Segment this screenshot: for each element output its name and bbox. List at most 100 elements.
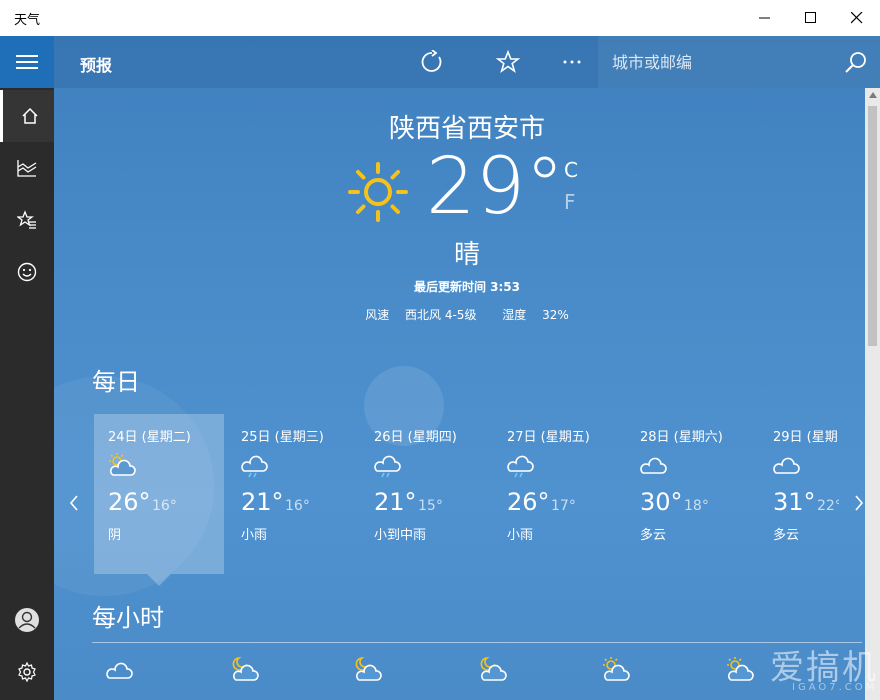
partly-cloudy-night-icon xyxy=(232,657,259,681)
sidebar xyxy=(0,36,57,700)
chevron-left-icon xyxy=(69,495,78,511)
sidebar-item-life[interactable] xyxy=(0,246,54,298)
humidity-label: 湿度 xyxy=(502,308,527,322)
day-low: 18° xyxy=(684,498,709,514)
partly-sunny-icon xyxy=(109,453,136,476)
main-content: 预报 城市或邮编 陕西省西安市 29° C F 晴 最后更新时间 3:53 风速… xyxy=(54,36,880,700)
rain-icon xyxy=(507,455,534,478)
day-card[interactable]: 26日 (星期四) 21° 15° 小到中雨 xyxy=(360,414,490,574)
wind-value: 西北风 4-5级 xyxy=(405,308,477,322)
chart-icon xyxy=(17,160,37,177)
celsius-toggle[interactable]: C xyxy=(564,158,578,182)
home-icon xyxy=(22,107,38,124)
partly-sunny-icon xyxy=(603,657,630,681)
hourly-divider xyxy=(92,642,862,643)
account-button[interactable] xyxy=(0,594,54,646)
current-condition: 晴 xyxy=(453,240,480,270)
day-high: 21° xyxy=(374,488,417,516)
day-date: 26日 (星期四) xyxy=(374,430,457,445)
selected-day-pointer xyxy=(147,574,171,586)
settings-button[interactable] xyxy=(0,646,54,698)
day-high: 26° xyxy=(108,488,151,516)
sidebar-item-favorites[interactable] xyxy=(0,194,54,246)
partly-cloudy-night-icon xyxy=(355,657,382,681)
city-name: 陕西省西安市 xyxy=(388,114,545,144)
day-condition: 小雨 xyxy=(507,528,534,543)
close-button[interactable] xyxy=(834,0,880,36)
day-date: 29日 (星期 xyxy=(773,430,838,445)
day-high: 26° xyxy=(507,488,550,516)
caret-up-icon xyxy=(868,92,877,98)
maximize-button[interactable] xyxy=(788,0,834,36)
account-icon xyxy=(15,608,39,632)
day-high: 31° xyxy=(773,488,816,516)
day-condition: 多云 xyxy=(773,528,800,543)
favorite-button[interactable] xyxy=(492,46,524,78)
sidebar-item-maps[interactable] xyxy=(0,142,54,194)
hamburger-menu-button[interactable] xyxy=(0,36,54,88)
wind-label: 风速 xyxy=(365,308,390,322)
gear-icon xyxy=(18,662,36,682)
day-card[interactable]: 29日 (星期 31° 22° 多云 xyxy=(759,414,839,574)
day-condition: 小雨 xyxy=(241,528,268,543)
more-button[interactable] xyxy=(556,46,588,78)
star-icon xyxy=(496,50,520,73)
daily-next-button[interactable] xyxy=(849,491,869,515)
title-bar: 天气 xyxy=(0,0,880,37)
day-card[interactable]: 24日 (星期二) 26° 16° 阴 xyxy=(94,414,224,574)
day-low: 22° xyxy=(817,498,839,514)
search-icon xyxy=(845,52,866,73)
favorites-list-icon xyxy=(17,210,36,229)
day-date: 24日 (星期二) xyxy=(108,430,191,445)
day-low: 17° xyxy=(551,498,576,514)
minimize-button[interactable] xyxy=(742,0,788,36)
daily-title: 每日 xyxy=(92,368,140,396)
rain-icon xyxy=(241,455,268,478)
cloudy-icon xyxy=(640,457,667,474)
maximize-icon xyxy=(805,12,816,23)
search-input[interactable] xyxy=(612,51,832,73)
hourly-title: 每小时 xyxy=(92,604,164,632)
day-condition: 阴 xyxy=(108,528,122,543)
weather-details: 风速 西北风 4-5级 湿度 32% xyxy=(54,306,880,323)
day-high: 30° xyxy=(640,488,683,516)
cloudy-icon xyxy=(106,662,133,679)
minimize-icon xyxy=(759,17,770,19)
refresh-icon xyxy=(421,50,442,72)
sidebar-item-forecast[interactable] xyxy=(0,90,57,142)
fahrenheit-toggle[interactable]: F xyxy=(564,190,576,214)
day-card[interactable]: 28日 (星期六) 30° 18° 多云 xyxy=(626,414,756,574)
scroll-up-button[interactable] xyxy=(865,88,880,102)
chevron-right-icon xyxy=(855,495,864,511)
page-title: 预报 xyxy=(80,56,113,75)
close-icon xyxy=(851,12,863,24)
search-button[interactable] xyxy=(840,46,872,78)
last-updated: 最后更新时间 3:53 xyxy=(413,280,521,294)
daily-prev-button[interactable] xyxy=(64,491,84,515)
rain-icon xyxy=(374,455,401,478)
top-bar: 预报 xyxy=(54,36,880,88)
search-box xyxy=(598,36,880,88)
day-date: 27日 (星期五) xyxy=(507,430,590,445)
refresh-button[interactable] xyxy=(416,46,448,78)
partly-cloudy-night-icon xyxy=(480,657,507,681)
day-low: 15° xyxy=(418,498,443,514)
day-condition: 多云 xyxy=(640,528,667,543)
day-low: 16° xyxy=(285,498,310,514)
smiley-icon xyxy=(17,262,37,282)
more-icon xyxy=(563,60,581,64)
humidity-value: 32% xyxy=(542,308,569,322)
hamburger-icon xyxy=(16,55,38,69)
day-card[interactable]: 25日 (星期三) 21° 16° 小雨 xyxy=(227,414,357,574)
watermark-url: IGAO7.COM xyxy=(792,682,878,693)
vertical-scrollbar[interactable] xyxy=(865,88,880,700)
day-date: 28日 (星期六) xyxy=(640,430,723,445)
day-date: 25日 (星期三) xyxy=(241,430,324,445)
day-high: 21° xyxy=(241,488,284,516)
partly-sunny-icon xyxy=(727,657,754,681)
day-low: 16° xyxy=(152,498,177,514)
cloudy-icon xyxy=(773,457,800,474)
day-card[interactable]: 27日 (星期五) 26° 17° 小雨 xyxy=(493,414,623,574)
window-title: 天气 xyxy=(14,13,41,28)
day-condition: 小到中雨 xyxy=(374,528,427,543)
